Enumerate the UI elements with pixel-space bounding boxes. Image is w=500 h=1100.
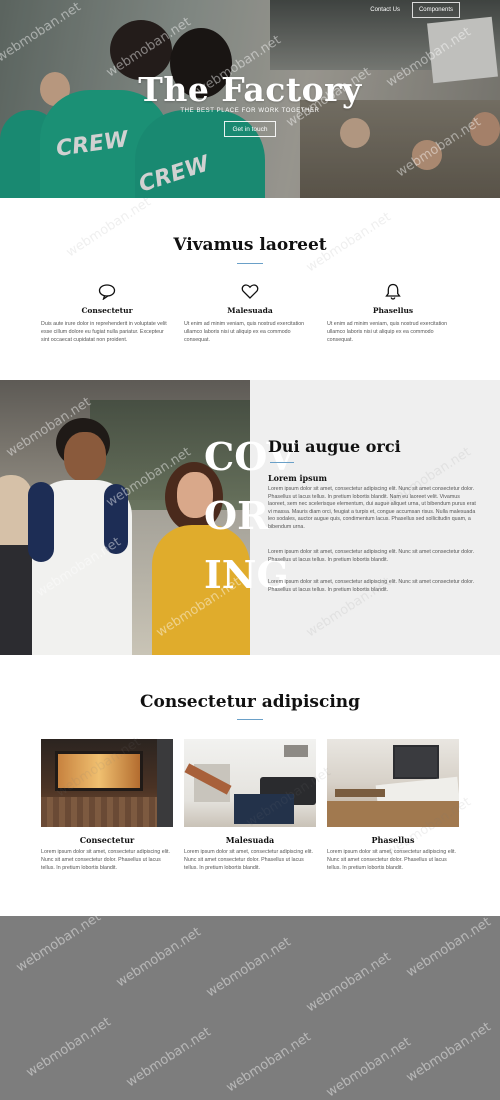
split-paragraph: Lorem ipsum dolor sit amet, consectetur …	[268, 486, 476, 530]
bell-icon	[385, 283, 401, 300]
feature-title: Phasellus	[372, 306, 414, 315]
split-paragraph: Lorem ipsum dolor sit amet, consectetur …	[268, 579, 475, 593]
feature-card: Phasellus Ut enim ad minim veniam, quis …	[327, 283, 459, 344]
card-title: Consectetur	[79, 835, 135, 845]
features-title: Vivamus laoreet	[173, 235, 327, 255]
footer	[0, 916, 500, 1100]
feature-text: Ut enim ad minim veniam, quis nostrud ex…	[184, 321, 305, 343]
hero-section: CREW CREW Contact Us Components The Fact…	[0, 0, 500, 198]
card-image	[41, 739, 173, 827]
card-image	[184, 739, 316, 827]
heart-icon	[241, 284, 259, 299]
feature-text: Ut enim ad minim veniam, quis nostrud ex…	[327, 321, 448, 343]
card-title: Malesuada	[225, 835, 275, 845]
split-subtitle: Lorem ipsum	[268, 473, 327, 483]
feature-card: Consectetur Duis aute irure dolor in rep…	[41, 283, 173, 344]
card-title: Phasellus	[371, 835, 415, 845]
split-title: Dui augue orci	[268, 437, 401, 456]
features-divider	[237, 263, 263, 264]
chat-bubble-icon	[98, 284, 116, 300]
cards-divider	[237, 719, 263, 720]
card-text: Lorem ipsum dolor sit amet, consectetur …	[41, 849, 170, 871]
hero-title: The Factory	[138, 70, 362, 109]
feature-card: Malesuada Ut enim ad minim veniam, quis …	[184, 283, 316, 344]
split-divider	[270, 462, 294, 463]
split-paragraph: Lorem ipsum dolor sit amet, consectetur …	[268, 549, 475, 563]
feature-title: Malesuada	[227, 306, 273, 315]
hero-subtitle: THE BEST PLACE FOR WORK TOGETHER	[180, 108, 320, 114]
nav-components-button[interactable]: Components	[411, 2, 460, 18]
top-nav: Contact Us Components	[364, 2, 460, 18]
cards-title: Consectetur adipiscing	[139, 692, 361, 712]
card-image	[327, 739, 459, 827]
nav-contact-link[interactable]: Contact Us	[364, 3, 406, 17]
feature-text: Duis aute irure dolor in reprehenderit i…	[41, 321, 167, 343]
big-letter-text: OR	[204, 493, 269, 538]
get-in-touch-button[interactable]: Get in touch	[224, 121, 276, 137]
feature-title: Consectetur	[81, 306, 133, 315]
card-text: Lorem ipsum dolor sit amet, consectetur …	[327, 849, 456, 871]
card-text: Lorem ipsum dolor sit amet, consectetur …	[184, 849, 313, 871]
